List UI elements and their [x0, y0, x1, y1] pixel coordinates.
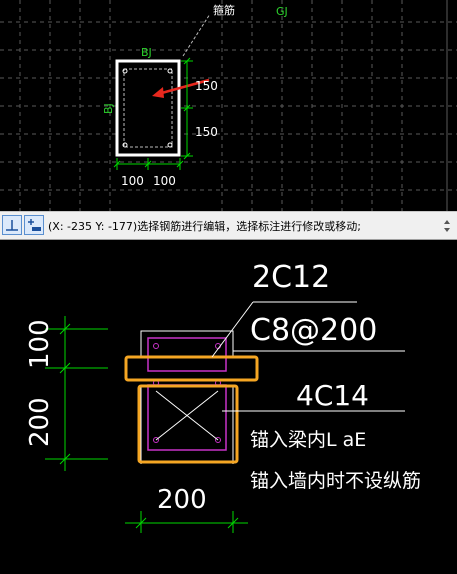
perpendicular-snap-icon — [6, 220, 18, 231]
perpendicular-snap-button[interactable] — [2, 215, 22, 235]
ortho-plus-icon — [28, 219, 41, 231]
stirrup-label[interactable]: C8@200 — [250, 313, 377, 348]
top-bar-label[interactable]: 2C12 — [252, 260, 330, 295]
bj-top-label: BJ — [141, 46, 152, 59]
dim-bottom-right[interactable]: 100 — [153, 174, 176, 188]
dim-bottom-left[interactable]: 100 — [121, 174, 144, 188]
status-bar: (X: -235 Y: -177)选择钢筋进行编辑，选择标注进行修改或移动; — [0, 211, 457, 240]
gj-label: GJ — [276, 5, 288, 18]
command-prompt-text: (X: -235 Y: -177)选择钢筋进行编辑，选择标注进行修改或移动; — [48, 220, 361, 233]
top-cad-view[interactable]: 箍筋 GJ BJ BJ 150 150 100 100 — [0, 0, 457, 211]
dim-right-lower[interactable]: 150 — [195, 125, 218, 139]
ortho-mode-button[interactable] — [24, 215, 44, 235]
detail-cad-view[interactable]: 100 200 200 2C12 C8@200 4C14 锚入梁内L aE 锚入… — [0, 241, 457, 574]
note-line-2: 锚入墙内时不设纵筋 — [250, 470, 421, 492]
dim-left-upper[interactable]: 100 — [25, 319, 55, 369]
column-outline[interactable] — [115, 59, 181, 157]
dim-right-upper[interactable]: 150 — [195, 79, 218, 93]
dim-bottom[interactable]: 200 — [157, 485, 207, 515]
bottom-bar-label[interactable]: 4C14 — [296, 379, 369, 412]
callout-label: 箍筋 — [213, 3, 235, 17]
dim-left-lower[interactable]: 200 — [25, 397, 55, 447]
scroll-arrows-icon[interactable] — [441, 216, 453, 236]
bj-side-label: BJ — [102, 103, 115, 114]
note-line-1: 锚入梁内L aE — [250, 429, 366, 451]
